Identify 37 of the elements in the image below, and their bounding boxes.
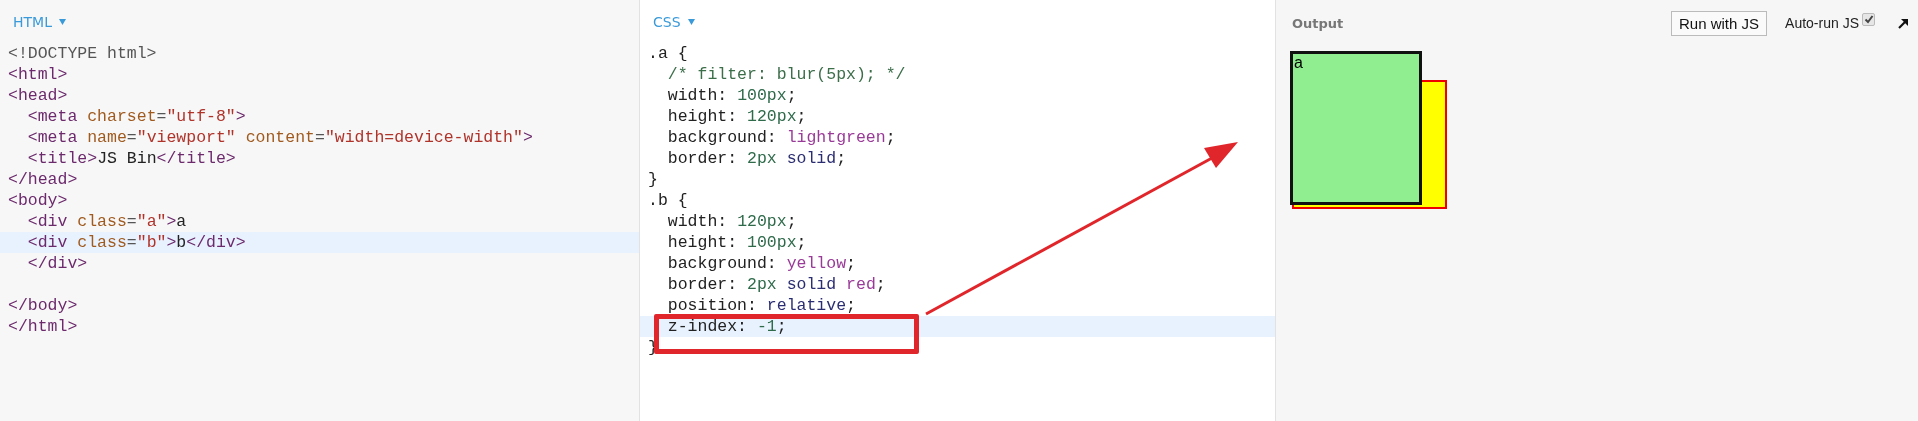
run-button[interactable]: Run with JS — [1671, 10, 1768, 36]
panel-title: Output — [1292, 15, 1344, 31]
box-label: a — [1293, 54, 1304, 72]
code-line: <meta name="viewport" content="width=device-width"> — [26, 128, 533, 147]
code-line: position: relative; — [666, 296, 856, 315]
code-line: </html> — [8, 317, 78, 336]
code-line: <title>JS Bin</title> — [26, 149, 236, 168]
code-line: <div class="b">b</div> — [26, 233, 246, 252]
code-line: <html> — [8, 65, 68, 84]
code-line: .a { — [648, 44, 688, 63]
code-line: height: 120px; — [666, 107, 807, 126]
code-line: </head> — [8, 170, 78, 189]
panel-title[interactable]: CSS — [653, 13, 681, 30]
code-line: border: 2px solid red; — [666, 275, 886, 294]
code-line: <!DOCTYPE html> — [8, 44, 157, 63]
code-line: height: 100px; — [666, 233, 807, 252]
popout-arrow-icon[interactable] — [1897, 16, 1910, 30]
code-line: z-index: -1; — [666, 317, 787, 336]
caret-icon[interactable] — [58, 18, 66, 25]
code-line: .b { — [648, 191, 688, 210]
code-line: </div> — [26, 254, 88, 273]
code-line: width: 120px; — [666, 212, 797, 231]
code-line: } — [648, 170, 658, 189]
caret-icon[interactable] — [687, 18, 695, 25]
code-line: <head> — [8, 86, 68, 105]
code-line: border: 2px solid; — [666, 149, 847, 168]
code-line: <body> — [8, 191, 68, 210]
code-line: /* filter: blur(5px); */ — [666, 65, 906, 84]
code-line: width: 100px; — [666, 86, 797, 105]
code-line: <div class="a">a — [26, 212, 187, 231]
auto-run-checkbox[interactable] — [1862, 12, 1875, 26]
code-line: </body> — [8, 296, 78, 315]
auto-run-label: Auto-run JS — [1785, 15, 1859, 31]
panel-title[interactable]: HTML — [13, 13, 52, 30]
code-line: <meta charset="utf-8"> — [26, 107, 246, 126]
code-line: background: lightgreen; — [666, 128, 896, 147]
code-line: background: yellow; — [666, 254, 856, 273]
